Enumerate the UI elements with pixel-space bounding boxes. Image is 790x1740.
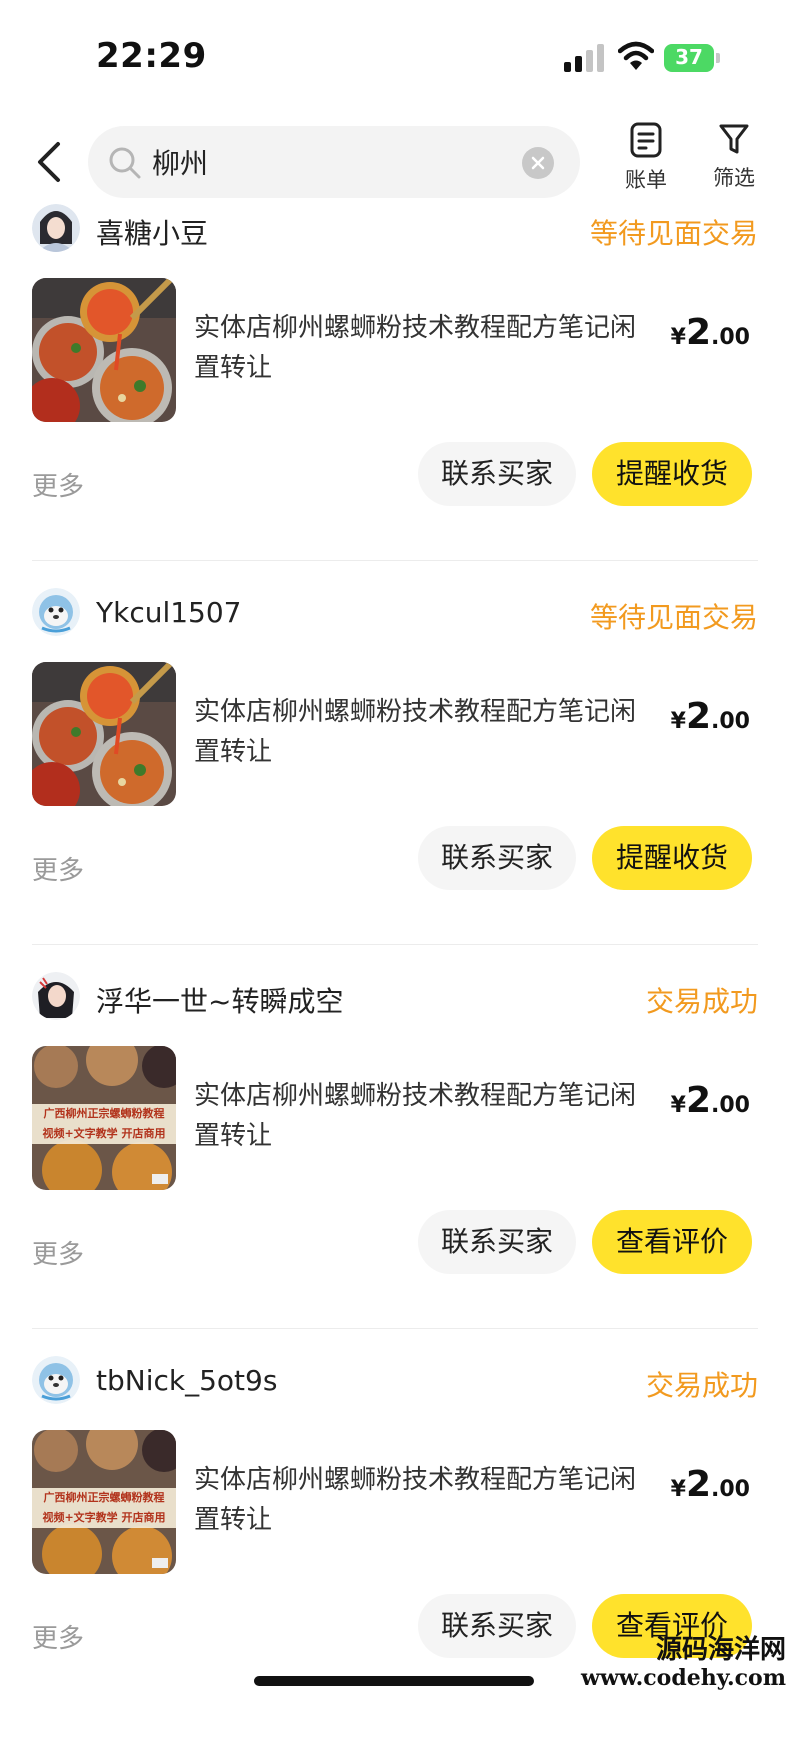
thumbnail-caption: 广西柳州正宗螺蛳粉教程 [43,1491,165,1504]
price-decimal: .00 [711,709,750,734]
remind-receipt-button[interactable]: 提醒收货 [592,442,752,506]
product-thumbnail[interactable]: 广西柳州正宗螺蛳粉教程 视频+文字教学 开店商用 [32,1046,176,1190]
bill-button[interactable]: 账单 [610,122,682,212]
battery-level: 37 [675,45,703,69]
avatar[interactable] [32,588,80,636]
seller-name: tbNick_5ot9s [96,1364,278,1397]
more-button[interactable]: 更多 [32,1234,84,1271]
avatar[interactable] [32,972,80,1020]
thumbnail-caption: 视频+文字教学 开店商用 [42,1511,166,1524]
remind-receipt-button[interactable]: 提醒收货 [592,826,752,890]
order-status: 交易成功 [645,985,758,1018]
price-integer: 2 [685,696,712,737]
thumbnail-caption: 视频+文字教学 开店商用 [42,1127,166,1140]
product-title[interactable]: 实体店柳州螺蛳粉技术教程配方笔记闲置转让 [194,1076,654,1156]
avatar[interactable] [32,204,80,252]
more-button[interactable]: 更多 [32,850,84,887]
price: ¥2.00 [671,1080,750,1121]
order-card: Ykcul1507 等待见面交易 实体店柳州螺蛳粉技术教程配方笔记闲置转让 ¥2… [0,588,790,972]
price-integer: 2 [685,312,712,353]
seller-row[interactable]: 浮华一世~转瞬成空 交易成功 [32,972,758,1026]
price: ¥2.00 [671,312,750,353]
cellular-signal-icon [564,44,604,72]
price: ¥2.00 [671,696,750,737]
filter-label: 筛选 [713,166,755,190]
contact-buyer-button[interactable]: 联系买家 [418,1594,576,1658]
price-currency: ¥ [670,325,686,350]
order-card: 喜糖小豆 等待见面交易 实体店柳州螺蛳粉技术教程配方笔记闲置转让 ¥2.00 更… [0,204,790,588]
status-time: 22:29 [96,36,207,76]
order-status: 等待见面交易 [589,601,758,634]
order-status: 等待见面交易 [589,217,758,250]
status-bar: 22:29 37 [0,0,790,100]
seller-row[interactable]: tbNick_5ot9s 交易成功 [32,1356,758,1410]
home-indicator [254,1676,534,1686]
search-header: 账单 筛选 [0,112,790,212]
search-bar[interactable] [88,126,580,198]
price-integer: 2 [685,1464,712,1505]
watermark-line-2: www.codehy.com [581,1665,786,1691]
more-button[interactable]: 更多 [32,1618,84,1655]
product-thumbnail[interactable] [32,662,176,806]
seller-name: Ykcul1507 [96,596,242,629]
bill-icon [630,122,662,158]
divider [32,560,758,561]
product-thumbnail[interactable]: 广西柳州正宗螺蛳粉教程 视频+文字教学 开店商用 [32,1430,176,1574]
seller-name: 浮华一世~转瞬成空 [96,985,344,1018]
order-status: 交易成功 [645,1369,758,1402]
avatar[interactable] [32,1356,80,1404]
seller-row[interactable]: 喜糖小豆 等待见面交易 [32,204,758,258]
search-input[interactable] [152,138,512,186]
seller-row[interactable]: Ykcul1507 等待见面交易 [32,588,758,642]
seller-name: 喜糖小豆 [96,217,209,250]
price-decimal: .00 [711,1093,750,1118]
price-decimal: .00 [711,1477,750,1502]
price: ¥2.00 [671,1464,750,1505]
clear-search-button[interactable] [522,147,554,179]
price-integer: 2 [685,1080,712,1121]
bill-label: 账单 [625,168,667,192]
price-currency: ¥ [670,1477,686,1502]
product-thumbnail[interactable] [32,278,176,422]
price-currency: ¥ [670,709,686,734]
search-icon [109,147,141,179]
filter-button[interactable]: 筛选 [698,122,770,212]
contact-buyer-button[interactable]: 联系买家 [418,1210,576,1274]
product-title[interactable]: 实体店柳州螺蛳粉技术教程配方笔记闲置转让 [194,692,654,772]
filter-icon [719,124,749,154]
thumbnail-caption: 广西柳州正宗螺蛳粉教程 [43,1107,165,1120]
contact-buyer-button[interactable]: 联系买家 [418,442,576,506]
divider [32,944,758,945]
watermark-line-1: 源码海洋网 [655,1635,786,1665]
battery-icon: 37 [664,44,722,72]
close-icon [531,156,545,170]
price-decimal: .00 [711,325,750,350]
divider [32,1328,758,1329]
more-button[interactable]: 更多 [32,466,84,503]
order-card: 浮华一世~转瞬成空 交易成功 广西柳州正宗螺蛳粉教程 视频+文字教学 开店商用 … [0,972,790,1356]
product-title[interactable]: 实体店柳州螺蛳粉技术教程配方笔记闲置转让 [194,308,654,388]
view-review-button[interactable]: 查看评价 [592,1210,752,1274]
wifi-icon [618,41,654,70]
price-currency: ¥ [670,1093,686,1118]
product-title[interactable]: 实体店柳州螺蛳粉技术教程配方笔记闲置转让 [194,1460,654,1540]
back-button[interactable] [28,138,76,186]
contact-buyer-button[interactable]: 联系买家 [418,826,576,890]
watermark: 源码海洋网 www.codehy.com [560,1636,786,1692]
